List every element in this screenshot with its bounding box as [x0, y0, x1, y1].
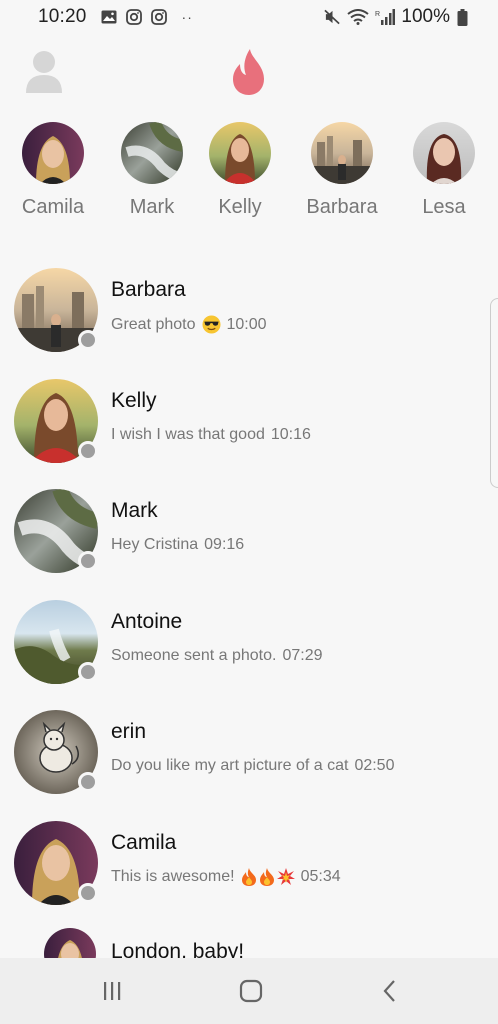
- story-avatar: [413, 122, 475, 184]
- fire-emoji-icon: [259, 868, 275, 886]
- preview-time: 10:00: [226, 315, 267, 333]
- conversation-item[interactable]: erin Do you like my art picture of a cat…: [0, 706, 498, 816]
- story-name: Lesa: [422, 196, 466, 218]
- status-notification-icons: ··: [101, 9, 193, 25]
- conversation-item[interactable]: Antoine Someone sent a photo. 07:29: [0, 596, 498, 706]
- conversation-avatar: [14, 268, 98, 352]
- battery-icon: [456, 8, 468, 26]
- conversation-item[interactable]: Kelly I wish I was that good 10:16: [0, 375, 498, 485]
- conversation-avatar: [14, 489, 98, 573]
- status-bar: 10:20 ·· R 100%: [0, 0, 498, 34]
- conversation-avatar: [14, 821, 98, 905]
- preview-text: Great photo: [111, 315, 196, 333]
- status-system-icons: R 100%: [324, 6, 468, 28]
- story-kelly[interactable]: Kelly: [190, 122, 290, 219]
- conversation-item[interactable]: Barbara Great photo 10:00: [0, 264, 498, 374]
- battery-percentage: 100%: [401, 6, 450, 27]
- story-name: Mark: [129, 196, 175, 218]
- status-dot: [78, 883, 98, 903]
- instagram-icon: [151, 9, 168, 25]
- gallery-icon: [101, 9, 118, 25]
- story-avatar: [209, 122, 271, 184]
- wifi-icon: [347, 9, 370, 25]
- status-time: 10:20: [38, 6, 87, 27]
- conversation-list: Barbara Great photo 10:00 Kelly I wish I…: [0, 260, 498, 958]
- conversation-name: London, baby!: [111, 940, 245, 958]
- home-button[interactable]: [236, 976, 266, 1006]
- collision-emoji-icon: [276, 868, 295, 886]
- story-name: Camila: [21, 196, 85, 218]
- preview-time: 09:16: [204, 536, 245, 553]
- preview-text: This is awesome!: [111, 868, 235, 885]
- status-dot: [78, 441, 98, 461]
- conversation-preview: Someone sent a photo. 07:29: [111, 647, 323, 665]
- edge-panel-handle[interactable]: [490, 298, 498, 488]
- conversation-preview: Great photo 10:00: [111, 315, 267, 334]
- conversation-avatar: [14, 379, 98, 463]
- conversation-name: Mark: [111, 499, 158, 522]
- story-barbara[interactable]: Barbara: [292, 122, 392, 219]
- preview-time: 07:29: [282, 647, 323, 664]
- status-dot: [78, 330, 98, 350]
- preview-time: 05:34: [300, 868, 341, 885]
- conversation-avatar: [44, 928, 96, 958]
- status-dot: [78, 662, 98, 682]
- fire-emoji-icon: [241, 868, 257, 886]
- story-camila[interactable]: Camila: [3, 122, 103, 219]
- instagram-icon: [126, 9, 143, 25]
- story-name: Kelly: [218, 196, 262, 218]
- conversation-name: Antoine: [111, 610, 183, 633]
- conversation-preview: I wish I was that good 10:16: [111, 426, 311, 444]
- preview-text: Someone sent a photo.: [111, 647, 277, 664]
- svg-text:R: R: [375, 11, 380, 18]
- preview-time: 02:50: [354, 757, 395, 774]
- story-avatar: [311, 122, 373, 184]
- conversation-name: Kelly: [111, 389, 157, 412]
- story-avatar: [121, 122, 183, 184]
- more-notifications-dots: ··: [181, 9, 193, 25]
- preview-text: Do you like my art picture of a cat: [111, 757, 349, 774]
- status-dot: [78, 772, 98, 792]
- story-lesa[interactable]: Lesa: [394, 122, 494, 219]
- conversation-item[interactable]: London, baby!: [0, 928, 498, 958]
- profile-icon[interactable]: [24, 49, 64, 95]
- story-name: Barbara: [306, 196, 378, 218]
- mute-icon: [324, 9, 341, 25]
- sunglasses-emoji-icon: [201, 315, 221, 334]
- story-avatar: [22, 122, 84, 184]
- system-navigation-bar: [0, 958, 498, 1024]
- app-header: [0, 34, 498, 114]
- preview-text: Hey Cristina: [111, 536, 199, 553]
- conversation-name: Camila: [111, 831, 177, 854]
- conversation-name: erin: [111, 720, 147, 743]
- signal-icon: R: [375, 9, 396, 25]
- story-mark[interactable]: Mark: [102, 122, 202, 219]
- conversation-item[interactable]: Mark Hey Cristina 09:16: [0, 485, 498, 595]
- conversation-item[interactable]: Camila This is awesome! 05:34: [0, 817, 498, 927]
- back-button[interactable]: [375, 976, 405, 1006]
- conversation-avatar: [14, 710, 98, 794]
- status-dot: [78, 551, 98, 571]
- conversation-name: Barbara: [111, 278, 186, 301]
- recents-button[interactable]: [97, 976, 127, 1006]
- preview-text: I wish I was that good: [111, 426, 265, 443]
- conversation-preview: This is awesome! 05:34: [111, 868, 341, 886]
- conversation-avatar: [14, 600, 98, 684]
- conversation-preview: Do you like my art picture of a cat 02:5…: [111, 757, 394, 775]
- conversation-preview: Hey Cristina 09:16: [111, 536, 244, 554]
- preview-time: 10:16: [270, 426, 311, 443]
- flame-icon[interactable]: [230, 48, 268, 96]
- matches-carousel: Camila Mark Kelly Barbara Lesa: [0, 122, 498, 232]
